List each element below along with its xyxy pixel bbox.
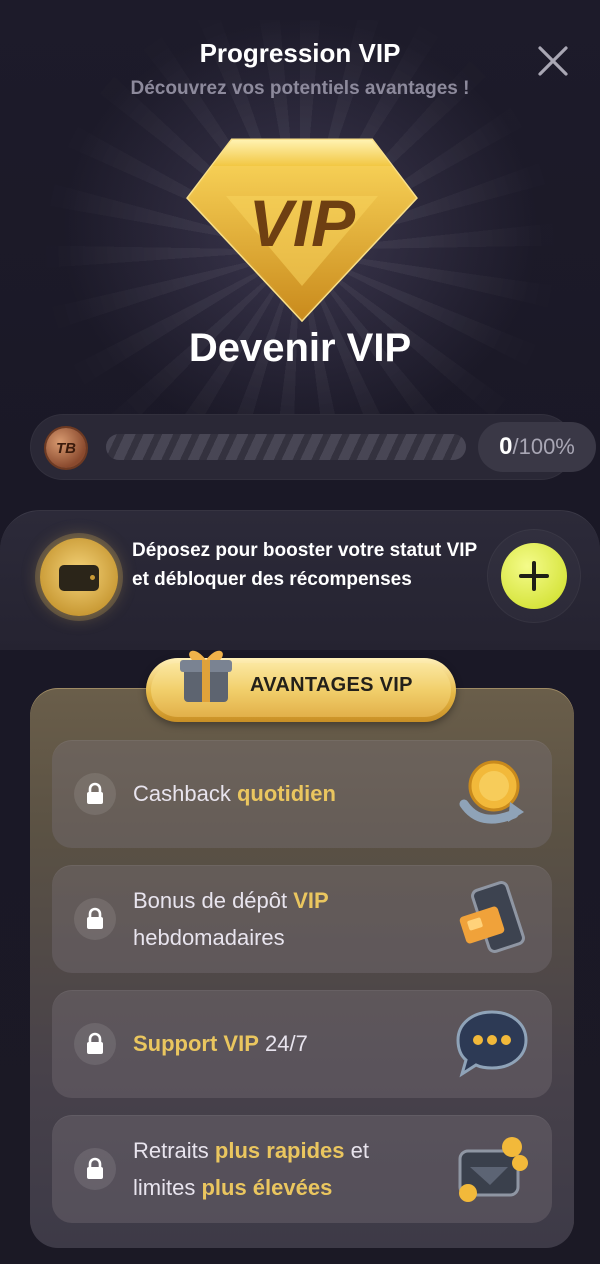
vip-progress-screen: Progression VIP Découvrez vos potentiels… (0, 0, 600, 1264)
deposit-prompt: Déposez pour booster votre statut VIP et… (132, 540, 477, 590)
lock-icon (74, 773, 116, 815)
vip-benefit-row: Support VIP 24/7 (52, 990, 552, 1098)
close-icon (538, 46, 568, 76)
progress-track-stripes (106, 434, 466, 460)
close-button[interactable] (534, 42, 572, 80)
deposit-plus-button[interactable] (501, 543, 567, 609)
highlighted-text: plus rapides (214, 1138, 345, 1163)
page-title: Progression VIP (199, 38, 401, 68)
highlighted-text: quotidien (236, 781, 336, 806)
benefit-text-part: Bonus de dépôt (133, 888, 294, 913)
vip-diamond-icon: VIP (186, 138, 418, 322)
progress-value: 0 (499, 433, 513, 460)
benefit-text-part: 24/7 (258, 1031, 308, 1056)
tb-coin-icon: TB (46, 428, 86, 468)
gift-icon (180, 650, 232, 702)
benefit-text-part: hebdomadaires (133, 925, 285, 950)
vip-benefit-row: Retraits plus rapides et limites plus él… (52, 1115, 552, 1223)
wallet-icon (59, 565, 99, 591)
vip-benefit-text: Support VIP 24/7 (133, 1025, 433, 1062)
progress-max: /100% (512, 434, 575, 459)
vip-benefits-label: AVANTAGES VIP (250, 674, 413, 696)
coin-cashback-icon (459, 760, 524, 824)
progress-track (106, 434, 466, 460)
vip-benefit-row: Cashback quotidien (52, 740, 552, 848)
lock-icon (74, 898, 116, 940)
wallet-badge (40, 538, 118, 616)
highlighted-text: plus élevées (201, 1175, 333, 1200)
vip-badge-text: VIP (249, 186, 356, 260)
highlighted-text: Support VIP (133, 1031, 259, 1056)
vip-benefit-text: Bonus de dépôt VIP hebdomadaires (133, 882, 433, 956)
vip-benefit-text: Retraits plus rapides et limites plus él… (133, 1132, 433, 1206)
benefit-text-part: Retraits (133, 1138, 215, 1163)
chat-bubble-icon (456, 1010, 528, 1078)
wallet-coins-icon (458, 1137, 528, 1202)
highlighted-text: VIP (293, 888, 329, 913)
benefit-text-part: Cashback (133, 781, 237, 806)
page-subtitle: Découvrez vos potentiels avantages ! (130, 78, 470, 99)
progress-percent: 0/100% (478, 422, 596, 472)
phone-deposit-icon (459, 881, 525, 953)
lock-icon (74, 1148, 116, 1190)
vip-progress-bar: TB 0/100% (30, 414, 596, 480)
become-vip-heading: Devenir VIP (188, 326, 412, 370)
vip-benefit-text: Cashback quotidien (133, 775, 433, 812)
lock-icon (74, 1023, 116, 1065)
vip-benefit-row: Bonus de dépôt VIP hebdomadaires (52, 865, 552, 973)
